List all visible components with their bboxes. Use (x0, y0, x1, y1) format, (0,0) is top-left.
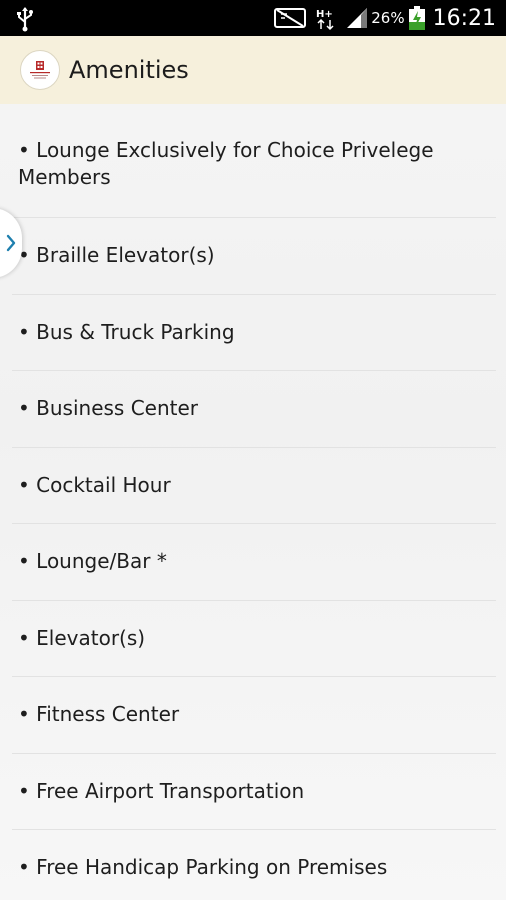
list-item: • Business Center (12, 371, 496, 448)
battery-percent: 26% (371, 9, 405, 27)
signal-icon (347, 8, 368, 28)
list-item: • Braille Elevator(s) (12, 218, 496, 295)
list-item: • Elevator(s) (12, 601, 496, 677)
battery-charging-icon (408, 6, 425, 30)
hotel-logo[interactable] (20, 50, 60, 90)
status-icons: H+ 26% 16:21 (273, 0, 496, 36)
clock: 16:21 (432, 5, 496, 31)
list-item: • Cocktail Hour (12, 448, 496, 524)
logo-mark-icon (30, 61, 50, 79)
svg-text:H+: H+ (316, 9, 333, 20)
page-title: Amenities (69, 56, 189, 84)
app-header: Amenities (0, 36, 506, 104)
list-item: • Fitness Center (12, 677, 496, 754)
usb-icon (17, 7, 33, 32)
chevron-right-icon (6, 234, 16, 252)
list-item: • Bus & Truck Parking (12, 295, 496, 371)
list-item: • Free Airport Transportation (12, 754, 496, 830)
amenities-content[interactable]: • Lounge Exclusively for Choice Priveleg… (0, 104, 506, 900)
status-bar: H+ 26% 16:21 (0, 0, 506, 36)
amenity-list: • Lounge Exclusively for Choice Priveleg… (0, 104, 506, 900)
list-item: • Free Handicap Parking on Premises (12, 830, 496, 900)
hplus-network-icon: H+ (316, 9, 334, 31)
list-item: • Lounge/Bar * (12, 524, 496, 601)
list-item: • Lounge Exclusively for Choice Priveleg… (12, 104, 496, 218)
no-sim-icon (274, 8, 307, 28)
